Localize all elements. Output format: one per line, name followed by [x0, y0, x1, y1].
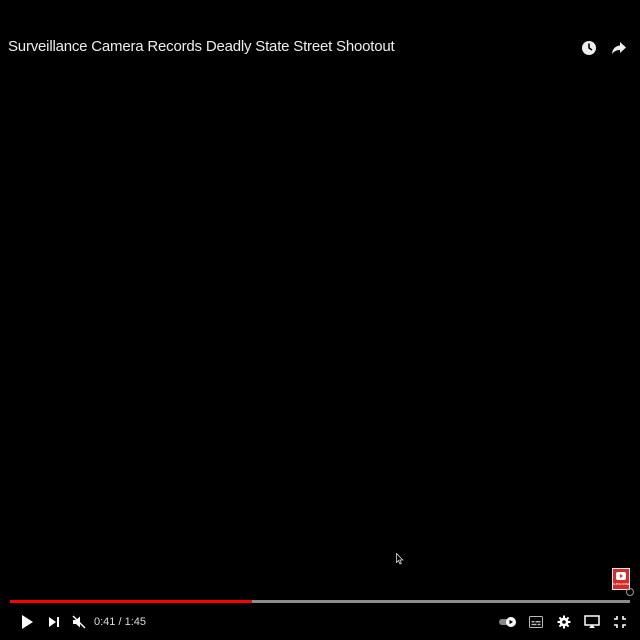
progress-bar[interactable]: [10, 600, 630, 603]
youtube-logo-icon: [616, 572, 626, 580]
subscribe-watermark[interactable]: SUBSCRIBE: [612, 568, 630, 590]
top-right-actions: [578, 37, 630, 59]
cast-icon: [584, 615, 600, 628]
clock-icon: [582, 41, 596, 55]
subtitles-icon: [529, 616, 543, 628]
right-controls: [496, 608, 632, 636]
video-player[interactable]: Surveillance Camera Records Deadly State…: [0, 0, 640, 640]
share-icon: [612, 42, 626, 54]
mouse-cursor-icon: [396, 553, 404, 565]
autoplay-toggle[interactable]: [496, 608, 520, 636]
settings-icon: [557, 615, 571, 629]
subtitles-button[interactable]: [524, 608, 548, 636]
next-button[interactable]: [42, 608, 66, 636]
player-controls: 0:41 / 1:45: [0, 608, 640, 636]
settings-button[interactable]: [552, 608, 576, 636]
play-icon: [22, 615, 33, 629]
mute-icon: [72, 615, 86, 629]
play-button[interactable]: [12, 608, 42, 636]
next-icon: [49, 617, 59, 627]
subscribe-logo-text: SUBSCRIBE: [612, 582, 630, 586]
share-button[interactable]: [608, 37, 630, 59]
watermark-ring-icon: [626, 588, 634, 596]
exit-fullscreen-icon: [614, 616, 626, 628]
cast-button[interactable]: [580, 608, 604, 636]
time-display: 0:41 / 1:45: [94, 616, 146, 628]
video-title[interactable]: Surveillance Camera Records Deadly State…: [8, 38, 395, 55]
mute-button[interactable]: [68, 608, 90, 636]
progress-played: [10, 600, 252, 603]
autoplay-toggle-icon: [499, 617, 516, 627]
exit-fullscreen-button[interactable]: [608, 608, 632, 636]
watch-later-button[interactable]: [578, 37, 600, 59]
